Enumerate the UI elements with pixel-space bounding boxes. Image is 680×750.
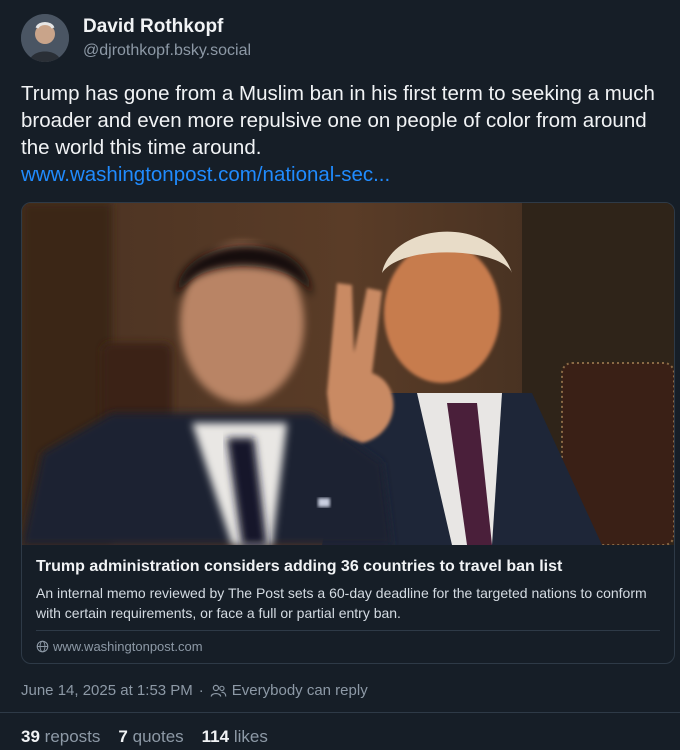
quotes-count: 7	[118, 727, 128, 746]
post-stats: 39 reposts 7 quotes 114 likes	[21, 727, 268, 747]
quotes-stat[interactable]: 7 quotes	[118, 727, 183, 747]
author-handle[interactable]: @djrothkopf.bsky.social	[83, 42, 251, 60]
post-meta: June 14, 2025 at 1:53 PM · Everybody can…	[21, 682, 368, 699]
meta-separator: ·	[198, 682, 204, 699]
card-domain: www.washingtonpost.com	[36, 639, 203, 654]
likes-label: likes	[233, 727, 268, 746]
post-text-content: Trump has gone from a Muslim ban in his …	[21, 82, 655, 159]
card-divider	[36, 630, 660, 631]
post-link[interactable]: www.washingtonpost.com/national-sec...	[21, 161, 661, 188]
post-timestamp[interactable]: June 14, 2025 at 1:53 PM	[21, 682, 193, 699]
author-name[interactable]: David Rothkopf	[83, 16, 223, 38]
likes-count: 114	[201, 727, 230, 746]
avatar[interactable]	[21, 14, 69, 62]
link-preview-card[interactable]: Trump administration considers adding 36…	[21, 202, 675, 664]
reposts-label: reposts	[44, 727, 101, 746]
card-title: Trump administration considers adding 36…	[36, 558, 563, 575]
globe-icon	[36, 640, 49, 653]
post: David Rothkopf @djrothkopf.bsky.social T…	[0, 0, 680, 750]
card-image	[22, 203, 674, 546]
reposts-stat[interactable]: 39 reposts	[21, 727, 100, 747]
avatar-image	[21, 14, 69, 62]
reply-setting-label: Everybody can reply	[231, 682, 368, 699]
reply-setting[interactable]: Everybody can reply	[210, 682, 368, 699]
likes-stat[interactable]: 114 likes	[202, 727, 268, 747]
card-photo	[22, 203, 674, 546]
people-icon	[210, 684, 227, 697]
post-text: Trump has gone from a Muslim ban in his …	[21, 80, 661, 188]
reposts-count: 39	[21, 727, 40, 746]
stats-divider	[0, 712, 680, 713]
card-domain-text: www.washingtonpost.com	[53, 639, 203, 654]
quotes-label: quotes	[132, 727, 184, 746]
card-description: An internal memo reviewed by The Post se…	[36, 585, 647, 621]
